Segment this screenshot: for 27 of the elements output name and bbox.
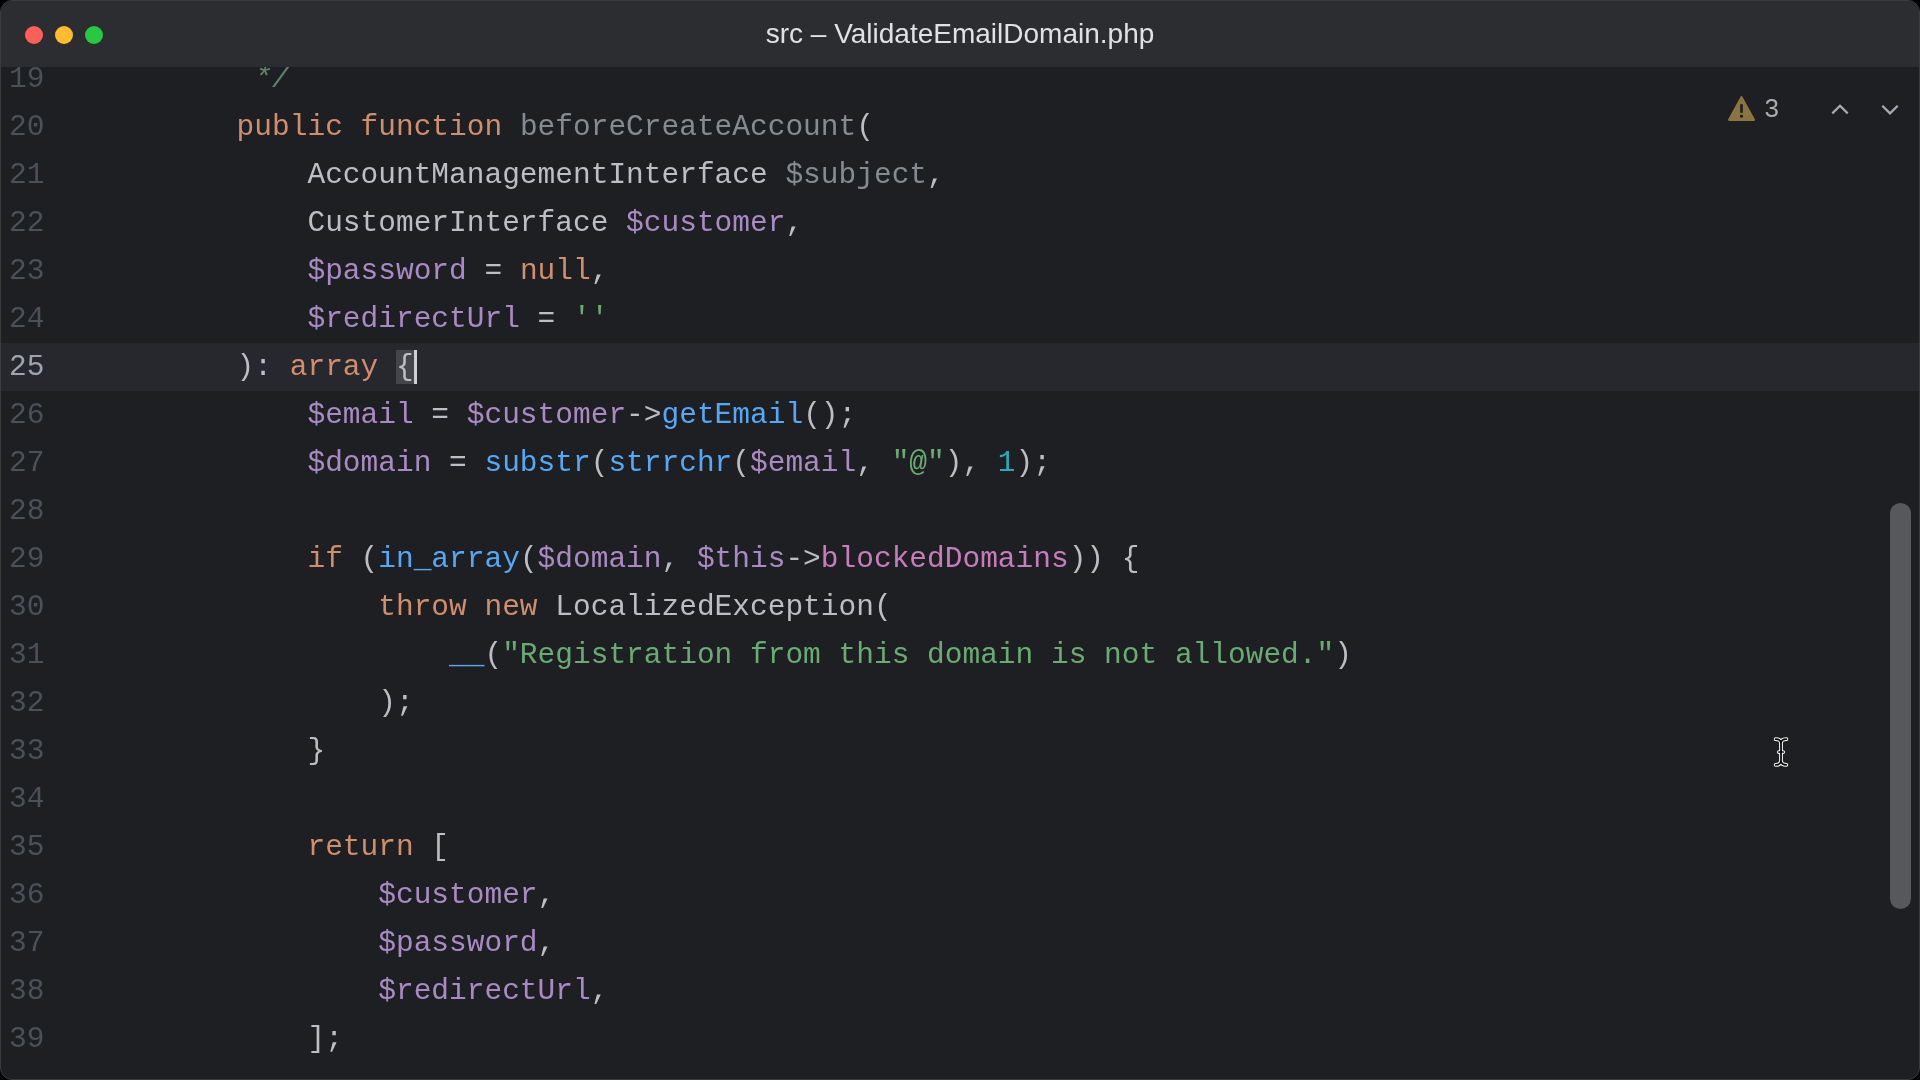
line-number: 25 [8,350,46,384]
code-line: $email = $customer->getEmail(); [306,398,858,432]
code-line: $redirectUrl = '' [306,302,610,336]
code-line: $redirectUrl, [377,974,610,1008]
code-line: $customer, [377,878,557,912]
code-line: public function beforeCreateAccount( [235,110,875,144]
code-line: ): array { [95,350,417,384]
window-title: src – ValidateEmailDomain.php [765,18,1155,50]
zoom-button[interactable] [85,26,103,44]
code-line: throw new LocalizedException( [377,590,893,624]
warning-icon[interactable] [1727,96,1755,121]
scrollbar-thumb[interactable] [1890,503,1911,909]
code-line: $domain = substr(strrchr($email, "@"), 1); [306,446,1052,480]
code-line: $password = null, [306,254,610,288]
code-line: $password, [377,926,557,960]
code-line: } [306,734,327,768]
code-line: CustomerInterface $customer, [306,206,805,240]
code-line: ]; [306,1022,344,1056]
minimize-button[interactable] [55,26,73,44]
close-button[interactable] [25,26,43,44]
code-line: AccountManagementInterface $subject, [306,158,946,192]
code-line: ); [377,686,415,720]
warning-count: 3 [1764,93,1779,124]
code-line: if (in_array($domain, $this->blockedDomains)) { [306,542,1141,576]
text-cursor-icon [1772,737,1790,767]
code-line: return [ [306,830,451,864]
code-line: __("Registration from this domain is not allowed.") [448,638,1353,672]
